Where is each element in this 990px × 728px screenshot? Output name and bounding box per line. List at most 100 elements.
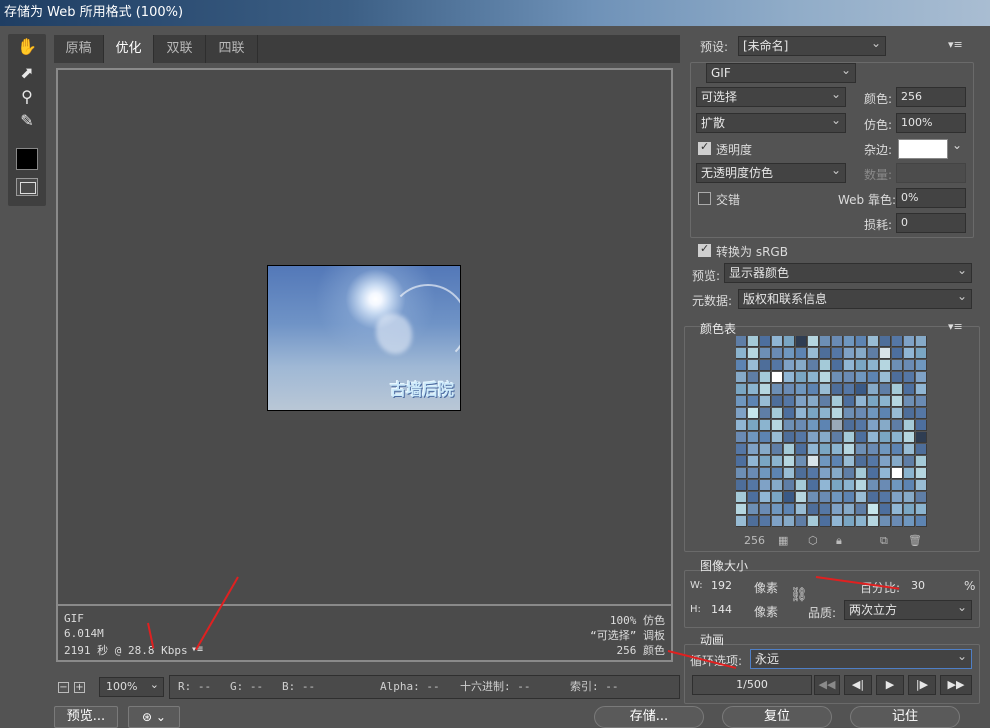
palette-swatch[interactable]	[880, 504, 891, 515]
palette-swatch[interactable]	[784, 384, 795, 395]
palette-swatch[interactable]	[856, 348, 867, 359]
palette-swatch[interactable]	[880, 420, 891, 431]
palette-swatch[interactable]	[760, 336, 771, 347]
palette-swatch[interactable]	[808, 336, 819, 347]
palette-swatch[interactable]	[796, 372, 807, 383]
palette-swatch[interactable]	[892, 360, 903, 371]
palette-swatch[interactable]	[748, 420, 759, 431]
palette-swatch[interactable]	[868, 348, 879, 359]
palette-swatch[interactable]	[784, 492, 795, 503]
palette-swatch[interactable]	[784, 420, 795, 431]
palette-swatch[interactable]	[808, 408, 819, 419]
percent-field[interactable]: 30	[906, 576, 962, 596]
first-frame-button[interactable]: ◀◀	[814, 675, 840, 695]
palette-swatch[interactable]	[736, 348, 747, 359]
palette-swatch[interactable]	[856, 468, 867, 479]
palette-swatch[interactable]	[736, 444, 747, 455]
palette-swatch[interactable]	[904, 504, 915, 515]
palette-swatch[interactable]	[796, 480, 807, 491]
link-constrain-icon[interactable]: ⛓︎	[790, 587, 808, 603]
palette-swatch[interactable]	[736, 480, 747, 491]
palette-swatch[interactable]	[856, 432, 867, 443]
palette-swatch[interactable]	[772, 348, 783, 359]
palette-swatch[interactable]	[904, 384, 915, 395]
palette-swatch[interactable]	[832, 396, 843, 407]
palette-swatch[interactable]	[868, 396, 879, 407]
palette-swatch[interactable]	[880, 372, 891, 383]
palette-swatch[interactable]	[880, 456, 891, 467]
palette-swatch[interactable]	[796, 384, 807, 395]
preview-in-browser-button[interactable]: 预览...	[54, 706, 118, 728]
palette-swatch[interactable]	[916, 444, 927, 455]
palette-swatch[interactable]	[736, 456, 747, 467]
palette-swatch[interactable]	[856, 516, 867, 527]
palette-swatch[interactable]	[736, 396, 747, 407]
palette-swatch[interactable]	[784, 480, 795, 491]
palette-swatch[interactable]	[772, 516, 783, 527]
palette-swatch[interactable]	[904, 372, 915, 383]
palette-swatch[interactable]	[820, 396, 831, 407]
palette-swatch[interactable]	[760, 360, 771, 371]
palette-swatch[interactable]	[844, 420, 855, 431]
zoom-tool-icon[interactable]: ⚲	[16, 86, 38, 108]
palette-swatch[interactable]	[760, 444, 771, 455]
settings-menu-icon[interactable]: ▾≡	[948, 38, 963, 51]
palette-swatch[interactable]	[856, 372, 867, 383]
lossy-field[interactable]: 0	[896, 213, 966, 233]
new-color-icon[interactable]: ⧉	[880, 534, 888, 548]
palette-swatch[interactable]	[892, 372, 903, 383]
palette-swatch[interactable]	[844, 408, 855, 419]
palette-swatch[interactable]	[904, 456, 915, 467]
palette-swatch[interactable]	[748, 516, 759, 527]
palette-swatch[interactable]	[832, 408, 843, 419]
palette-swatch[interactable]	[844, 348, 855, 359]
palette-swatch[interactable]	[784, 504, 795, 515]
palette-swatch[interactable]	[796, 444, 807, 455]
zoom-level-select[interactable]: 100% ⌄	[99, 677, 164, 697]
palette-swatch[interactable]	[868, 372, 879, 383]
palette-swatch[interactable]	[736, 432, 747, 443]
palette-swatch[interactable]	[808, 444, 819, 455]
palette-swatch[interactable]	[844, 360, 855, 371]
palette-swatch[interactable]	[820, 492, 831, 503]
palette-swatch[interactable]	[784, 396, 795, 407]
palette-swatch[interactable]	[916, 360, 927, 371]
palette-swatch[interactable]	[832, 444, 843, 455]
chevron-down-icon[interactable]: ⌄	[952, 138, 962, 152]
palette-swatch[interactable]	[916, 336, 927, 347]
palette-swatch[interactable]	[832, 420, 843, 431]
palette-swatch[interactable]	[820, 504, 831, 515]
palette-swatch[interactable]	[772, 492, 783, 503]
palette-swatch[interactable]	[820, 348, 831, 359]
next-frame-button[interactable]: |▶	[908, 675, 936, 695]
palette-swatch[interactable]	[808, 468, 819, 479]
palette-swatch[interactable]	[880, 444, 891, 455]
interlaced-checkbox[interactable]	[698, 192, 711, 205]
palette-swatch[interactable]	[880, 396, 891, 407]
transparency-checkbox[interactable]	[698, 140, 711, 155]
slice-select-tool-icon[interactable]: ⬈	[16, 62, 38, 84]
palette-swatch[interactable]	[820, 336, 831, 347]
palette-swatch[interactable]	[844, 444, 855, 455]
palette-swatch[interactable]	[820, 456, 831, 467]
palette-swatch[interactable]	[760, 432, 771, 443]
palette-swatch[interactable]	[808, 384, 819, 395]
zoom-in-button[interactable]: +	[74, 682, 85, 693]
tab-optimized[interactable]: 优化	[104, 35, 154, 63]
play-button[interactable]: ▶	[876, 675, 904, 695]
palette-swatch[interactable]	[784, 408, 795, 419]
palette-swatch[interactable]	[748, 456, 759, 467]
palette-swatch[interactable]	[832, 468, 843, 479]
palette-swatch[interactable]	[880, 384, 891, 395]
palette-swatch[interactable]	[916, 456, 927, 467]
palette-swatch[interactable]	[880, 468, 891, 479]
palette-swatch[interactable]	[748, 432, 759, 443]
palette-swatch[interactable]	[856, 336, 867, 347]
hand-tool-icon[interactable]: ✋	[16, 36, 38, 58]
palette-swatch[interactable]	[760, 396, 771, 407]
palette-swatch[interactable]	[808, 420, 819, 431]
palette-swatch[interactable]	[748, 444, 759, 455]
palette-swatch[interactable]	[892, 336, 903, 347]
palette-swatch[interactable]	[892, 348, 903, 359]
palette-swatch[interactable]	[868, 516, 879, 527]
